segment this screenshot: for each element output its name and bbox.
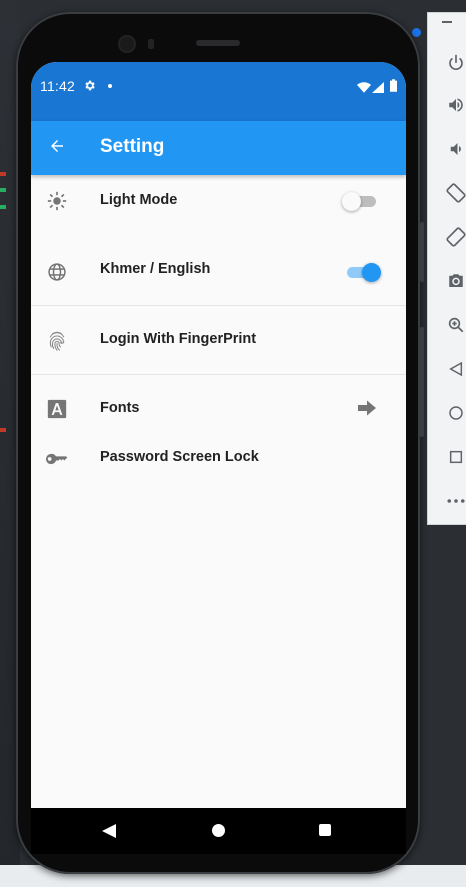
minimize-icon[interactable] — [442, 21, 452, 23]
setting-label: Fonts — [100, 400, 140, 416]
switch-thumb — [362, 263, 381, 282]
emulator-toolbar — [427, 12, 466, 525]
gear-icon — [83, 79, 96, 97]
back-button[interactable] — [43, 134, 71, 162]
setting-label: Login With FingerPrint — [100, 331, 257, 347]
status-bar: 11:42 — [31, 62, 406, 121]
globe-icon — [46, 261, 68, 283]
home-circle-icon[interactable] — [444, 401, 466, 425]
nav-recents-button[interactable] — [319, 824, 331, 836]
status-time: 11:42 — [40, 78, 75, 94]
setting-item-password-lock[interactable]: Password Screen Lock — [31, 442, 406, 486]
app-screen: 11:42 Setting Light Mode Khmer / English… — [31, 62, 406, 809]
setting-item-fingerprint[interactable]: Login With FingerPrint — [31, 306, 406, 375]
settings-list: Light Mode Khmer / English Login With Fi… — [31, 175, 406, 486]
volume-side-button — [420, 222, 424, 282]
volume-up-icon[interactable] — [444, 93, 466, 117]
overview-square-icon[interactable] — [444, 445, 466, 469]
proximity-sensor — [148, 39, 154, 49]
key-icon — [46, 448, 68, 470]
camera-icon[interactable] — [444, 269, 466, 293]
rotate-right-icon[interactable] — [444, 225, 466, 249]
more-icon[interactable] — [444, 489, 466, 513]
nav-back-button[interactable] — [102, 824, 116, 843]
earpiece-speaker — [196, 40, 240, 46]
notification-dot-icon — [108, 84, 112, 88]
back-triangle-icon[interactable] — [444, 357, 466, 381]
rotate-left-icon[interactable] — [444, 181, 466, 205]
font-icon — [46, 398, 68, 420]
fingerprint-icon — [46, 330, 68, 352]
language-switch[interactable] — [345, 261, 381, 283]
front-camera — [118, 35, 136, 53]
setting-label: Password Screen Lock — [100, 449, 259, 465]
nav-home-button[interactable] — [212, 824, 225, 837]
setting-item-fonts[interactable]: Fonts — [31, 375, 406, 442]
app-bar: Setting — [31, 121, 406, 175]
power-side-button — [420, 327, 424, 437]
android-nav-bar — [31, 808, 406, 854]
sun-icon — [46, 190, 68, 212]
background-mark — [0, 205, 6, 209]
setting-item-language[interactable]: Khmer / English — [31, 227, 406, 306]
emulator-indicator-dot — [412, 28, 421, 37]
setting-item-light-mode[interactable]: Light Mode — [31, 175, 406, 227]
switch-thumb — [342, 192, 361, 211]
arrow-forward-icon[interactable] — [358, 400, 376, 421]
zoom-icon[interactable] — [444, 313, 466, 337]
battery-icon — [390, 79, 397, 97]
volume-down-icon[interactable] — [444, 137, 466, 161]
signal-icon — [372, 80, 384, 98]
background-mark — [0, 188, 6, 192]
wifi-icon — [357, 80, 371, 98]
background-mark — [0, 428, 6, 432]
light-mode-switch[interactable] — [342, 190, 378, 212]
arrow-back-icon — [48, 137, 66, 160]
background-mark — [0, 172, 6, 176]
setting-label: Light Mode — [100, 192, 178, 208]
setting-label: Khmer / English — [100, 261, 211, 277]
power-icon[interactable] — [444, 51, 466, 75]
page-title: Setting — [100, 136, 165, 157]
